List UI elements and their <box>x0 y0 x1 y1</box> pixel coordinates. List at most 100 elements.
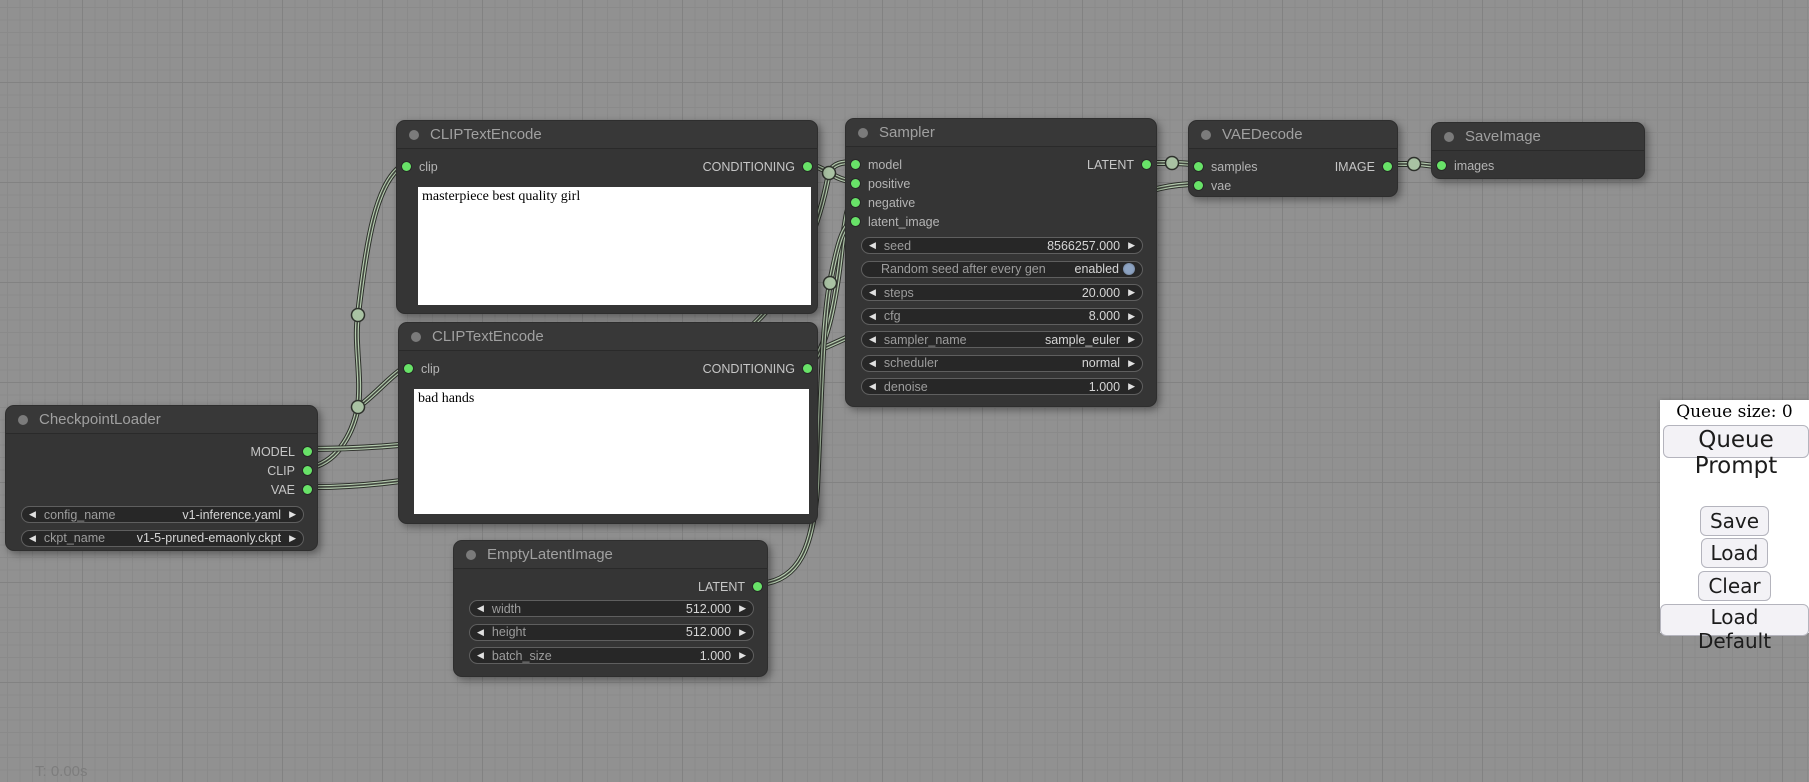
decrement-arrow-icon[interactable]: ◀ <box>477 604 484 613</box>
negative-prompt-textarea[interactable]: bad hands <box>414 389 809 514</box>
decrement-arrow-icon[interactable]: ◀ <box>29 534 36 543</box>
collapse-dot-icon[interactable] <box>466 550 476 560</box>
decrement-arrow-icon[interactable]: ◀ <box>869 312 876 321</box>
node-titlebar[interactable]: CheckpointLoader <box>6 406 317 434</box>
increment-arrow-icon[interactable]: ▶ <box>1128 359 1135 368</box>
node-empty-latent-image[interactable]: EmptyLatentImage LATENT ◀ width 512.000 … <box>453 540 768 677</box>
input-slot-vae[interactable] <box>1194 181 1203 190</box>
node-titlebar[interactable]: VAEDecode <box>1189 121 1397 149</box>
widget-denoise[interactable]: ◀ denoise 1.000 ▶ <box>861 378 1143 395</box>
node-sampler[interactable]: Sampler model LATENT positive negative l… <box>845 118 1157 407</box>
input-slot-positive[interactable] <box>851 179 860 188</box>
output-label: CLIP <box>267 464 295 478</box>
increment-arrow-icon[interactable]: ▶ <box>289 534 296 543</box>
widget-width[interactable]: ◀ width 512.000 ▶ <box>469 600 754 617</box>
reroute-dot[interactable] <box>823 167 836 180</box>
input-label: positive <box>868 177 910 191</box>
decrement-arrow-icon[interactable]: ◀ <box>869 335 876 344</box>
increment-arrow-icon[interactable]: ▶ <box>1128 382 1135 391</box>
input-slot-clip[interactable] <box>402 162 411 171</box>
input-slot-clip[interactable] <box>404 364 413 373</box>
node-titlebar[interactable]: CLIPTextEncode <box>397 121 817 149</box>
widget-sampler-name[interactable]: ◀ sampler_name sample_euler ▶ <box>861 331 1143 348</box>
reroute-dot[interactable] <box>824 277 837 290</box>
collapse-dot-icon[interactable] <box>1201 130 1211 140</box>
output-label: LATENT <box>1087 158 1134 172</box>
widget-cfg[interactable]: ◀ cfg 8.000 ▶ <box>861 308 1143 325</box>
widget-config-name[interactable]: ◀ config_name v1-inference.yaml ▶ <box>21 506 304 523</box>
node-titlebar[interactable]: Sampler <box>846 119 1156 147</box>
widget-steps[interactable]: ◀ steps 20.000 ▶ <box>861 284 1143 301</box>
node-titlebar[interactable]: SaveImage <box>1432 123 1644 151</box>
collapse-dot-icon[interactable] <box>411 332 421 342</box>
input-slot-model[interactable] <box>851 160 860 169</box>
increment-arrow-icon[interactable]: ▶ <box>1128 288 1135 297</box>
increment-arrow-icon[interactable]: ▶ <box>739 604 746 613</box>
input-slot-images[interactable] <box>1437 161 1446 170</box>
widget-value: enabled <box>1075 262 1120 276</box>
decrement-arrow-icon[interactable]: ◀ <box>869 288 876 297</box>
node-checkpoint-loader[interactable]: CheckpointLoader MODEL CLIP VAE ◀ config… <box>5 405 318 551</box>
node-titlebar[interactable]: EmptyLatentImage <box>454 541 767 569</box>
node-clip-text-encode-negative[interactable]: CLIPTextEncode clip CONDITIONING bad han… <box>398 322 818 524</box>
input-label: clip <box>421 362 440 376</box>
widget-ckpt-name[interactable]: ◀ ckpt_name v1-5-pruned-emaonly.ckpt ▶ <box>21 530 304 547</box>
widget-height[interactable]: ◀ height 512.000 ▶ <box>469 624 754 641</box>
decrement-arrow-icon[interactable]: ◀ <box>869 359 876 368</box>
load-button[interactable]: Load <box>1701 538 1769 568</box>
increment-arrow-icon[interactable]: ▶ <box>289 510 296 519</box>
widget-random-seed-toggle[interactable]: Random seed after every gen enabled <box>861 261 1143 278</box>
input-slot-samples[interactable] <box>1194 162 1203 171</box>
output-slot-image[interactable] <box>1383 162 1392 171</box>
decrement-arrow-icon[interactable]: ◀ <box>869 382 876 391</box>
widget-scheduler[interactable]: ◀ scheduler normal ▶ <box>861 355 1143 372</box>
decrement-arrow-icon[interactable]: ◀ <box>29 510 36 519</box>
collapse-dot-icon[interactable] <box>1444 132 1454 142</box>
widget-seed[interactable]: ◀ seed 8566257.000 ▶ <box>861 237 1143 254</box>
positive-prompt-textarea[interactable]: masterpiece best quality girl <box>418 187 811 305</box>
node-vae-decode[interactable]: VAEDecode samples IMAGE vae <box>1188 120 1398 197</box>
input-slot-latent-image[interactable] <box>851 217 860 226</box>
increment-arrow-icon[interactable]: ▶ <box>1128 335 1135 344</box>
collapse-dot-icon[interactable] <box>18 415 28 425</box>
node-clip-text-encode-positive[interactable]: CLIPTextEncode clip CONDITIONING masterp… <box>396 120 818 314</box>
output-slot-vae[interactable] <box>303 485 312 494</box>
decrement-arrow-icon[interactable]: ◀ <box>869 241 876 250</box>
toggle-circle-icon[interactable] <box>1123 263 1135 275</box>
node-canvas[interactable]: CheckpointLoader MODEL CLIP VAE ◀ config… <box>0 0 1809 782</box>
increment-arrow-icon[interactable]: ▶ <box>1128 241 1135 250</box>
save-button[interactable]: Save <box>1700 506 1769 536</box>
widget-value: 1.000 <box>700 649 731 663</box>
collapse-dot-icon[interactable] <box>409 130 419 140</box>
slot-row: clip CONDITIONING <box>397 157 817 176</box>
output-slot-latent[interactable] <box>753 582 762 591</box>
reroute-dot[interactable] <box>352 401 365 414</box>
input-label: images <box>1454 159 1494 173</box>
output-slot-latent[interactable] <box>1142 160 1151 169</box>
node-title: CLIPTextEncode <box>430 126 542 143</box>
widget-value: 512.000 <box>686 625 731 639</box>
reroute-dot[interactable] <box>1166 157 1179 170</box>
widget-batch-size[interactable]: ◀ batch_size 1.000 ▶ <box>469 647 754 664</box>
input-label: samples <box>1211 160 1258 174</box>
increment-arrow-icon[interactable]: ▶ <box>739 651 746 660</box>
output-slot-model[interactable] <box>303 447 312 456</box>
widget-value: 20.000 <box>1082 286 1120 300</box>
node-save-image[interactable]: SaveImage images <box>1431 122 1645 179</box>
input-label: clip <box>419 160 438 174</box>
output-slot-conditioning[interactable] <box>803 364 812 373</box>
increment-arrow-icon[interactable]: ▶ <box>739 628 746 637</box>
decrement-arrow-icon[interactable]: ◀ <box>477 651 484 660</box>
collapse-dot-icon[interactable] <box>858 128 868 138</box>
reroute-dot[interactable] <box>352 309 365 322</box>
output-slot-clip[interactable] <box>303 466 312 475</box>
clear-button[interactable]: Clear <box>1698 571 1770 601</box>
queue-prompt-button[interactable]: Queue Prompt <box>1663 425 1809 458</box>
increment-arrow-icon[interactable]: ▶ <box>1128 312 1135 321</box>
output-slot-conditioning[interactable] <box>803 162 812 171</box>
input-slot-negative[interactable] <box>851 198 860 207</box>
node-titlebar[interactable]: CLIPTextEncode <box>399 323 817 351</box>
reroute-dot[interactable] <box>1408 158 1421 171</box>
load-default-button[interactable]: Load Default <box>1660 604 1809 636</box>
decrement-arrow-icon[interactable]: ◀ <box>477 628 484 637</box>
